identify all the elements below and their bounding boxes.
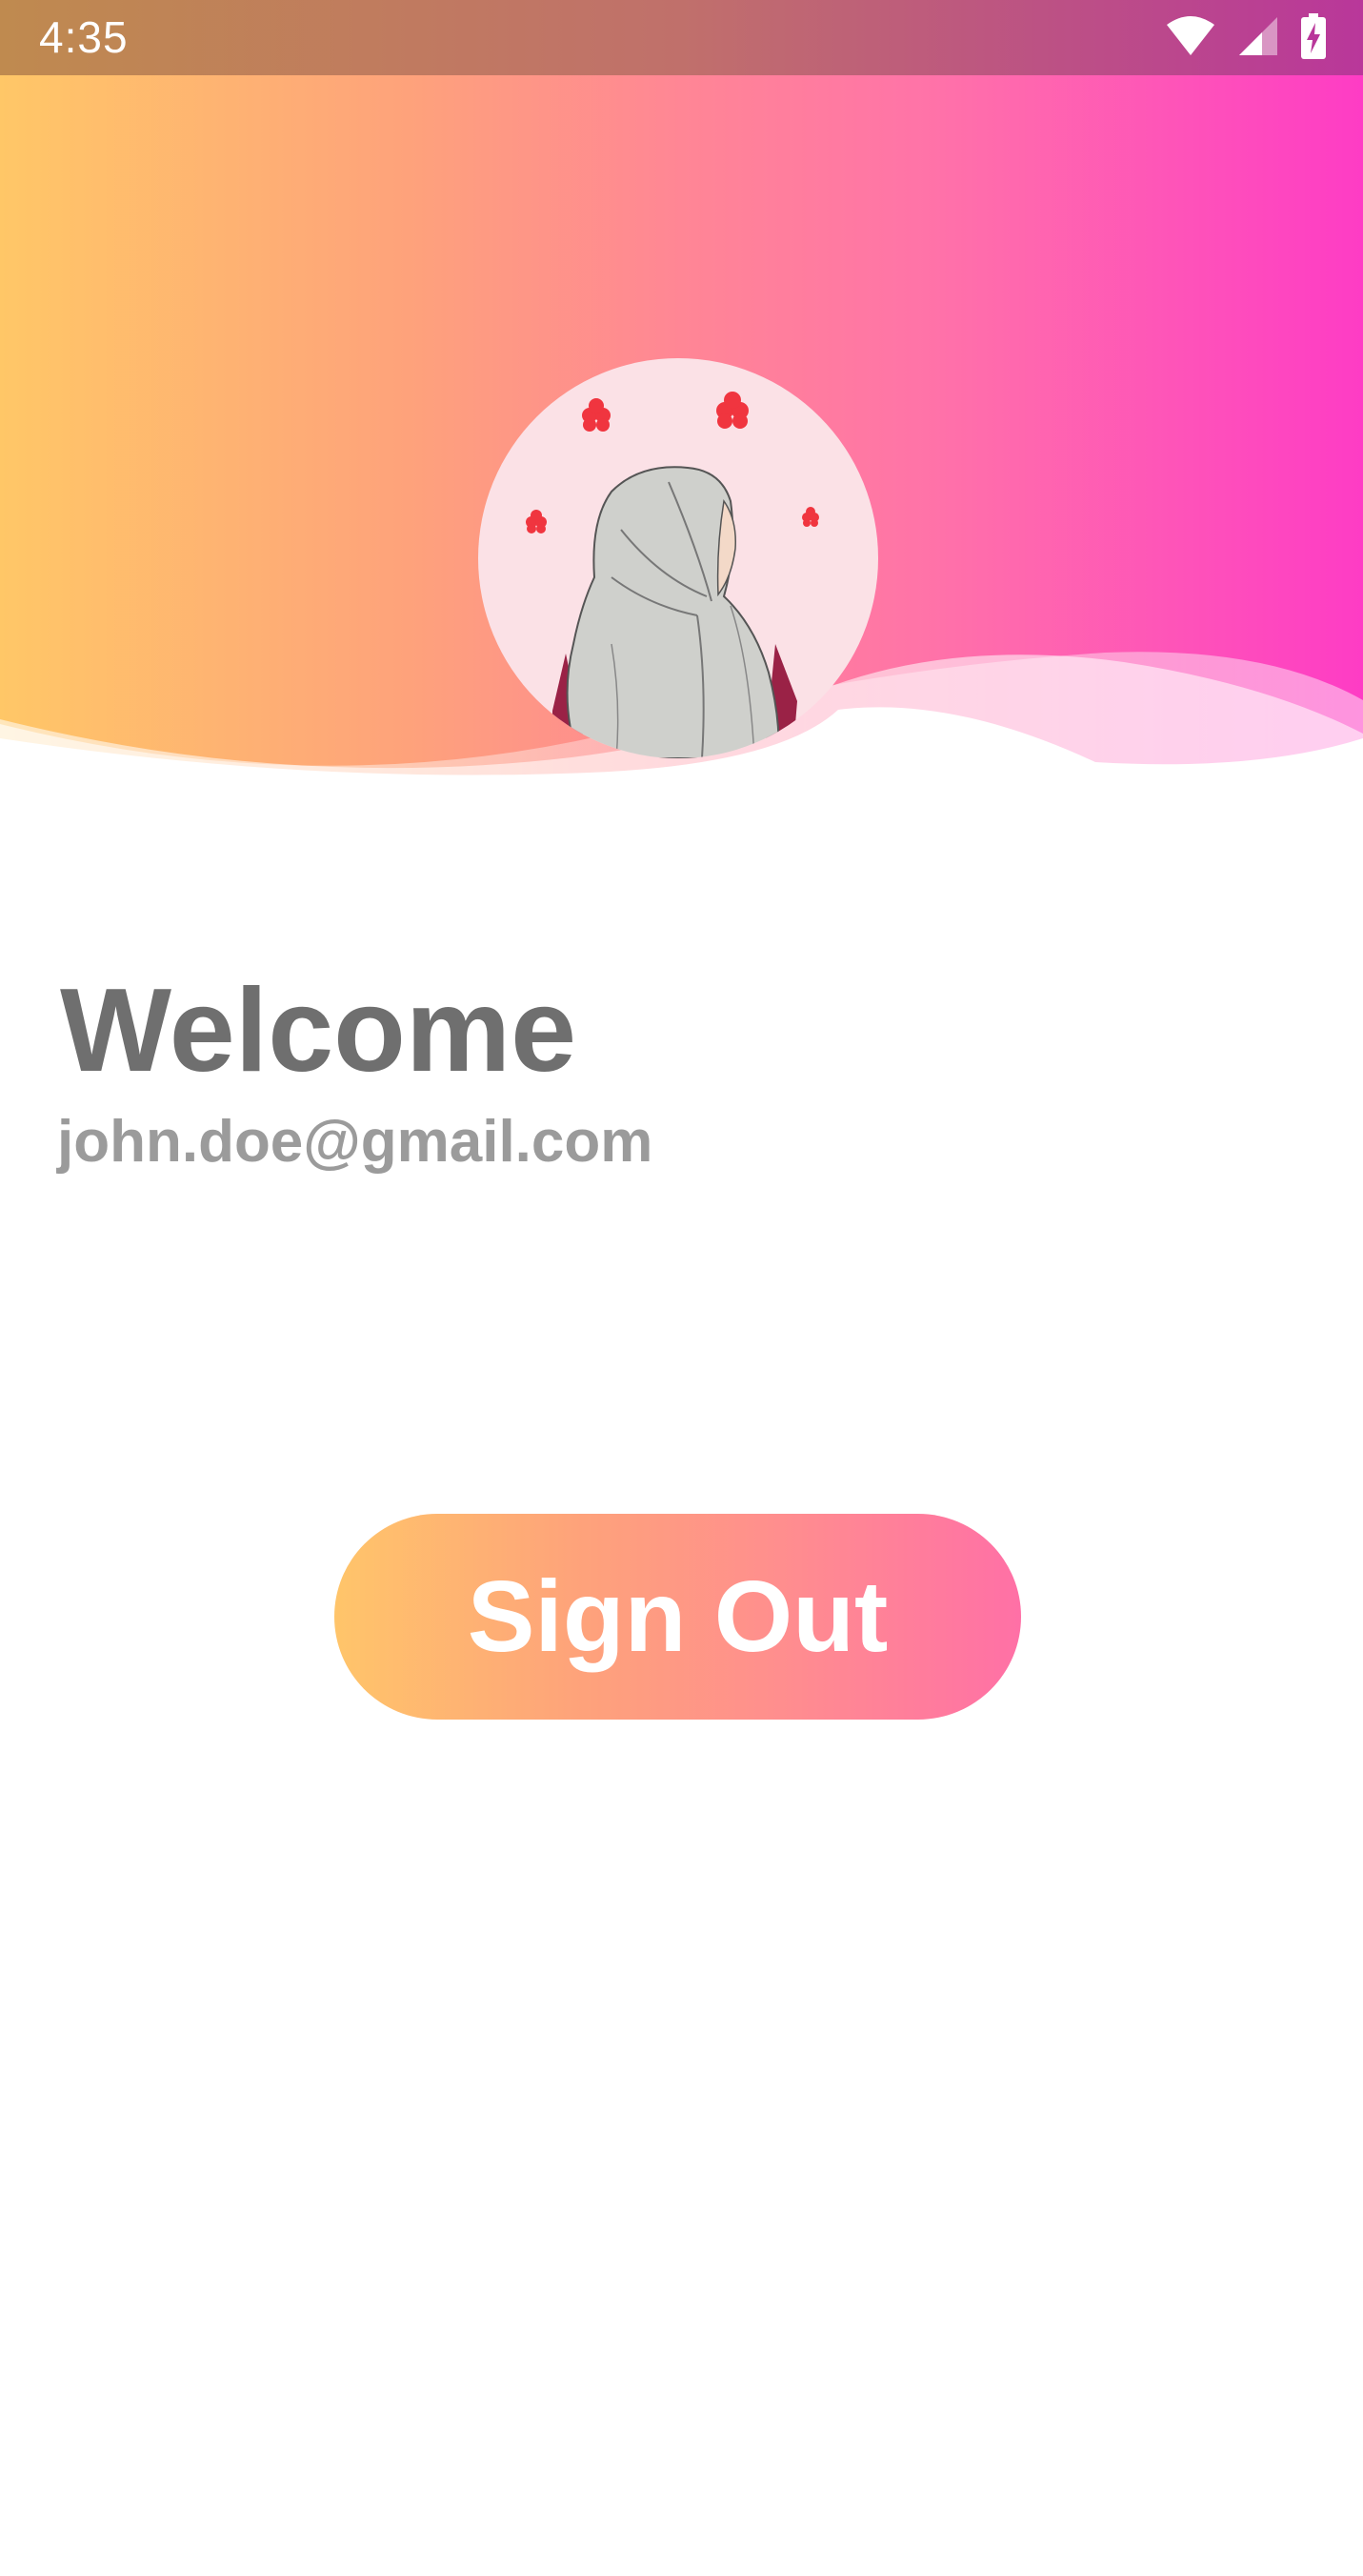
avatar-illustration [526,392,819,758]
sign-out-button[interactable]: Sign Out [334,1514,1021,1720]
profile-avatar [478,358,878,758]
profile-screen: 4:35 Welcome john.doe@gmail.com Sign Out [0,0,1363,2576]
status-icons [1165,12,1327,64]
sign-out-label: Sign Out [467,1560,889,1673]
status-time: 4:35 [39,12,129,62]
status-bar: 4:35 [0,0,1363,75]
welcome-heading: Welcome [60,965,577,1097]
battery-charging-icon [1300,12,1327,64]
wifi-icon [1165,15,1216,62]
user-email: john.doe@gmail.com [57,1109,653,1175]
signal-icon [1237,15,1279,62]
